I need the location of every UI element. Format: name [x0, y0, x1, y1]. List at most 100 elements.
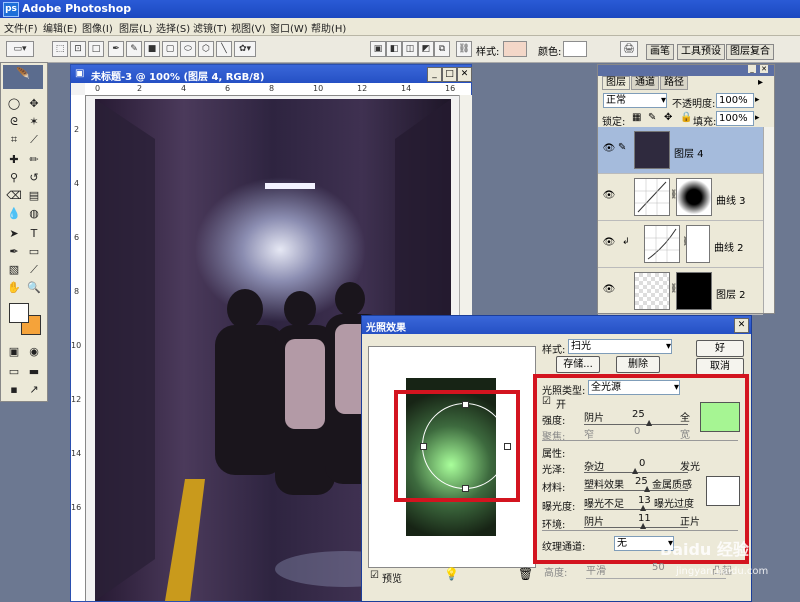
history-brush-icon[interactable]: ↺ — [25, 169, 43, 187]
clone-stamp-icon[interactable]: ⚲ — [5, 169, 23, 187]
combine-exclude-icon[interactable]: ◩ — [418, 41, 434, 57]
quickmask-mode-icon[interactable]: ◉ — [25, 343, 43, 361]
menu-select[interactable]: 选择(S) — [156, 20, 190, 35]
trash-icon[interactable]: 🗑 — [518, 567, 533, 581]
shape-tool-icon[interactable]: ▭ — [25, 243, 43, 261]
close-icon[interactable]: ✕ — [457, 67, 472, 82]
intensity-slider[interactable] — [584, 424, 688, 425]
screen-mode-standard-icon[interactable]: ▭ — [5, 363, 23, 381]
layer-row-curves-2[interactable]: 👁 ↲ ⛓ 曲线 2 — [598, 221, 763, 268]
marquee-tool-icon[interactable]: ◯ — [5, 95, 23, 113]
crop-tool-icon[interactable]: ⌗ — [5, 131, 23, 149]
jump-to-imageready-icon[interactable]: ↗ — [25, 381, 43, 399]
fill-arrow-icon[interactable]: ▸ — [755, 113, 760, 123]
ok-button[interactable]: 好 — [696, 340, 744, 357]
minimize-icon[interactable]: _ — [427, 67, 442, 82]
line-icon[interactable]: ╲ — [216, 41, 232, 57]
lock-transparency-icon[interactable]: ▦ — [632, 112, 641, 123]
tab-paths[interactable]: 路径 — [660, 76, 688, 90]
tab-layers[interactable]: 图层 — [602, 76, 630, 90]
dialog-close-icon[interactable]: ✕ — [734, 318, 749, 333]
style-swatch[interactable] — [503, 41, 527, 57]
fill-input[interactable]: 100% — [716, 111, 754, 126]
notes-tool-icon[interactable]: ▧ — [5, 261, 23, 279]
panel-title-bar[interactable]: _ ✕ — [598, 65, 774, 76]
healing-brush-icon[interactable]: ✚ — [5, 151, 23, 169]
visibility-eye-icon[interactable]: 👁 — [602, 189, 616, 203]
pen-tool-icon[interactable]: ✒ — [5, 243, 23, 261]
combine-intersect-icon[interactable]: ◫ — [402, 41, 418, 57]
save-button[interactable]: 存储... — [556, 356, 600, 373]
brush-tool-icon[interactable]: ✏ — [25, 151, 43, 169]
visibility-eye-icon[interactable]: 👁 — [602, 283, 616, 297]
menu-layer[interactable]: 图层(L) — [119, 20, 152, 35]
cancel-button[interactable]: 取消 — [696, 358, 744, 375]
transform-icon[interactable]: ⊡ — [70, 41, 86, 57]
freeform-pen-icon[interactable]: ✎ — [126, 41, 142, 57]
property-color-swatch[interactable] — [706, 476, 740, 506]
menu-help[interactable]: 帮助(H) — [311, 20, 346, 35]
style-select[interactable]: 扫光 ▾ — [568, 339, 672, 354]
ambience-slider[interactable] — [584, 527, 688, 528]
exposure-slider-knob[interactable]: ▲ — [640, 503, 646, 512]
intensity-slider-knob[interactable]: ▲ — [646, 418, 652, 427]
path-select-icon[interactable]: ⬚ — [52, 41, 68, 57]
color-swatch[interactable] — [563, 41, 587, 57]
visibility-eye-icon[interactable]: 👁 — [602, 142, 616, 156]
path-selection-icon[interactable]: ➤ — [5, 225, 23, 243]
exposure-slider[interactable] — [584, 509, 688, 510]
light-type-select[interactable]: 全光源 ▾ — [588, 380, 680, 395]
menu-image[interactable]: 图像(I) — [82, 20, 113, 35]
combine-subtract-icon[interactable]: ◧ — [386, 41, 402, 57]
combine-add-icon[interactable]: ▣ — [370, 41, 386, 57]
delete-button[interactable]: 删除 — [616, 356, 660, 373]
rounded-rect-icon[interactable]: ▢ — [162, 41, 178, 57]
palette-tab-tool-presets[interactable]: 工具预设 — [677, 44, 725, 60]
menu-view[interactable]: 视图(V) — [231, 20, 266, 35]
eyedropper-icon[interactable]: ⟋ — [25, 261, 43, 279]
tool-preset-picker[interactable]: ▭▾ — [6, 41, 34, 57]
light-color-swatch[interactable] — [700, 402, 740, 432]
height-slider[interactable] — [586, 578, 726, 579]
material-slider[interactable] — [584, 490, 688, 491]
lasso-tool-icon[interactable]: ᘓ — [5, 113, 23, 131]
foreground-color-swatch[interactable] — [9, 303, 29, 323]
preview-checkbox[interactable]: ☑ — [370, 570, 379, 581]
panel-minimize-icon[interactable]: _ — [748, 65, 756, 73]
hand-tool-icon[interactable]: ✋ — [5, 279, 23, 297]
dialog-title-bar[interactable]: 光照效果 ✕ — [362, 316, 751, 334]
blend-mode-select[interactable]: 正常 ▾ — [603, 93, 667, 108]
lock-all-icon[interactable]: 🔒 — [680, 112, 692, 123]
custom-shape-icon[interactable]: ✿▾ — [234, 41, 256, 57]
light-bulb-icon[interactable]: 💡 — [444, 567, 459, 581]
move-tool-icon[interactable]: ✥ — [25, 95, 43, 113]
preview-area[interactable] — [368, 346, 536, 568]
eraser-tool-icon[interactable]: ⌫ — [5, 187, 23, 205]
standard-mode-icon[interactable]: ▣ — [5, 343, 23, 361]
gloss-slider-knob[interactable]: ▲ — [632, 466, 638, 475]
screen-mode-black-icon[interactable]: ▪ — [5, 381, 23, 399]
menu-window[interactable]: 窗口(W) — [270, 20, 308, 35]
pen-icon[interactable]: ✒ — [108, 41, 124, 57]
document-title-bar[interactable]: ▣ 未标题-3 @ 100% (图层 4, RGB/8) _ □ ✕ — [71, 65, 472, 83]
material-slider-knob[interactable]: ▲ — [644, 484, 650, 493]
panel-close-icon[interactable]: ✕ — [760, 65, 768, 73]
dodge-tool-icon[interactable]: ◍ — [25, 205, 43, 223]
layers-scrollbar[interactable] — [763, 127, 774, 313]
light-on-checkbox[interactable]: ☑ — [542, 396, 551, 407]
ambience-slider-knob[interactable]: ▲ — [640, 521, 646, 530]
opacity-input[interactable]: 100% — [716, 93, 754, 108]
gradient-tool-icon[interactable]: ▤ — [25, 187, 43, 205]
polygon-icon[interactable]: ⬡ — [198, 41, 214, 57]
link-icon[interactable]: ⛓ — [456, 41, 472, 57]
slice-tool-icon[interactable]: ⟋ — [25, 131, 43, 149]
layer-row-4[interactable]: 👁 ✎ 图层 4 — [598, 127, 763, 174]
maximize-icon[interactable]: □ — [442, 67, 457, 82]
rectangle-shape-icon[interactable]: ■ — [144, 41, 160, 57]
layer-row-2[interactable]: 👁 ⛓ 图层 2 — [598, 268, 763, 315]
file-browser-icon[interactable]: 🖨 — [620, 41, 638, 57]
combine-icon[interactable]: ⧉ — [434, 41, 450, 57]
opacity-arrow-icon[interactable]: ▸ — [755, 95, 760, 105]
palette-tab-layer-comps[interactable]: 图层复合 — [726, 44, 774, 60]
visibility-eye-icon[interactable]: 👁 — [602, 236, 616, 250]
